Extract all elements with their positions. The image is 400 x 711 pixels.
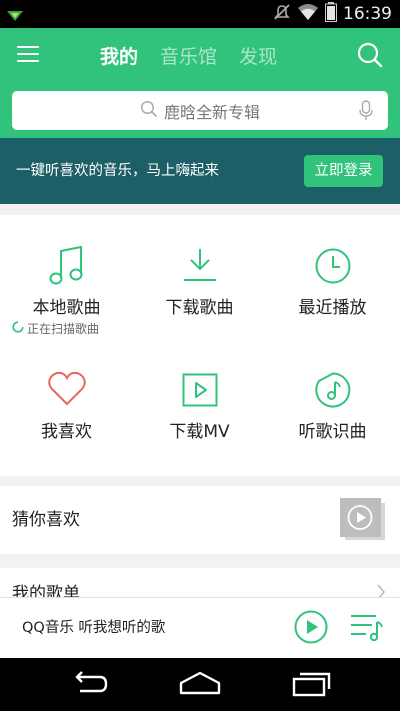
feature-grid: 本地歌曲 正在扫描歌曲 下载歌曲 最近播放 我喜欢 下载MV 听歌识曲 [0, 215, 400, 476]
grid-item-label: 下载歌曲 [165, 298, 234, 318]
my-playlists-row[interactable]: 我的歌单 [0, 568, 400, 598]
tab-music-hall[interactable]: 音乐馆 [160, 42, 217, 69]
scan-status-text: 正在扫描歌曲 [27, 322, 100, 336]
grid-item-favorites[interactable]: 我喜欢 [0, 345, 133, 470]
grid-item-label: 最近播放 [298, 298, 367, 318]
login-button[interactable]: 立即登录 [304, 155, 383, 187]
clock-time: 16:39 [343, 4, 392, 24]
login-banner: 一键听喜欢的音乐，马上嗨起来 立即登录 [0, 138, 400, 204]
top-bar: 我的 音乐馆 发现 [0, 28, 400, 82]
mini-player-text: QQ音乐 听我想听的歌 [22, 620, 166, 636]
grid-item-song-recognition[interactable]: 听歌识曲 [266, 345, 399, 470]
search-icon[interactable] [356, 41, 384, 69]
grid-item-label: 我喜欢 [41, 422, 92, 442]
guess-you-like-row[interactable]: 猜你喜欢 [0, 486, 400, 554]
home-icon[interactable] [179, 671, 221, 701]
chevron-right-icon [376, 584, 386, 598]
mute-icon [273, 3, 291, 25]
song-recognition-icon [314, 371, 352, 413]
heart-icon [47, 371, 87, 411]
grid-item-download-songs[interactable]: 下载歌曲 [133, 215, 266, 345]
battery-icon [325, 2, 337, 26]
my-playlists-label: 我的歌单 [12, 584, 80, 598]
download-icon [182, 247, 218, 287]
tab-mine[interactable]: 我的 [100, 42, 138, 69]
menu-icon[interactable] [16, 42, 42, 68]
grid-item-label: 听歌识曲 [298, 422, 367, 442]
mini-player[interactable]: QQ音乐 听我想听的歌 [0, 597, 400, 658]
grid-item-label: 本地歌曲 [32, 298, 101, 318]
status-bar: 16:39 [0, 0, 400, 28]
scan-status: 正在扫描歌曲 [12, 320, 99, 337]
search-area: 鹿晗全新专辑 [0, 82, 400, 138]
grid-item-download-mv[interactable]: 下载MV [133, 345, 266, 470]
search-placeholder: 鹿晗全新专辑 [163, 102, 260, 122]
tab-bar: 我的 音乐馆 发现 [100, 28, 277, 82]
search-input[interactable]: 鹿晗全新专辑 [12, 91, 388, 130]
guess-you-like-label: 猜你喜欢 [12, 510, 80, 530]
back-icon[interactable] [68, 671, 108, 701]
play-icon[interactable] [294, 610, 328, 644]
app-notification-icon [6, 7, 24, 26]
grid-item-recent[interactable]: 最近播放 [266, 215, 399, 345]
login-banner-text: 一键听喜欢的音乐，马上嗨起来 [16, 163, 219, 179]
loading-spinner-icon [12, 321, 24, 336]
guess-you-like-play-icon[interactable] [340, 498, 386, 541]
wifi-icon [297, 3, 319, 25]
search-input-icon [140, 100, 158, 122]
system-nav-bar [0, 658, 400, 711]
microphone-icon[interactable] [358, 100, 374, 126]
playlist-queue-icon[interactable] [350, 612, 384, 642]
clock-icon [314, 247, 352, 289]
music-note-icon [47, 245, 87, 291]
tab-discover[interactable]: 发现 [239, 42, 277, 69]
mv-icon [182, 373, 218, 411]
recent-apps-icon[interactable] [292, 671, 332, 701]
grid-item-label: 下载MV [169, 422, 230, 442]
